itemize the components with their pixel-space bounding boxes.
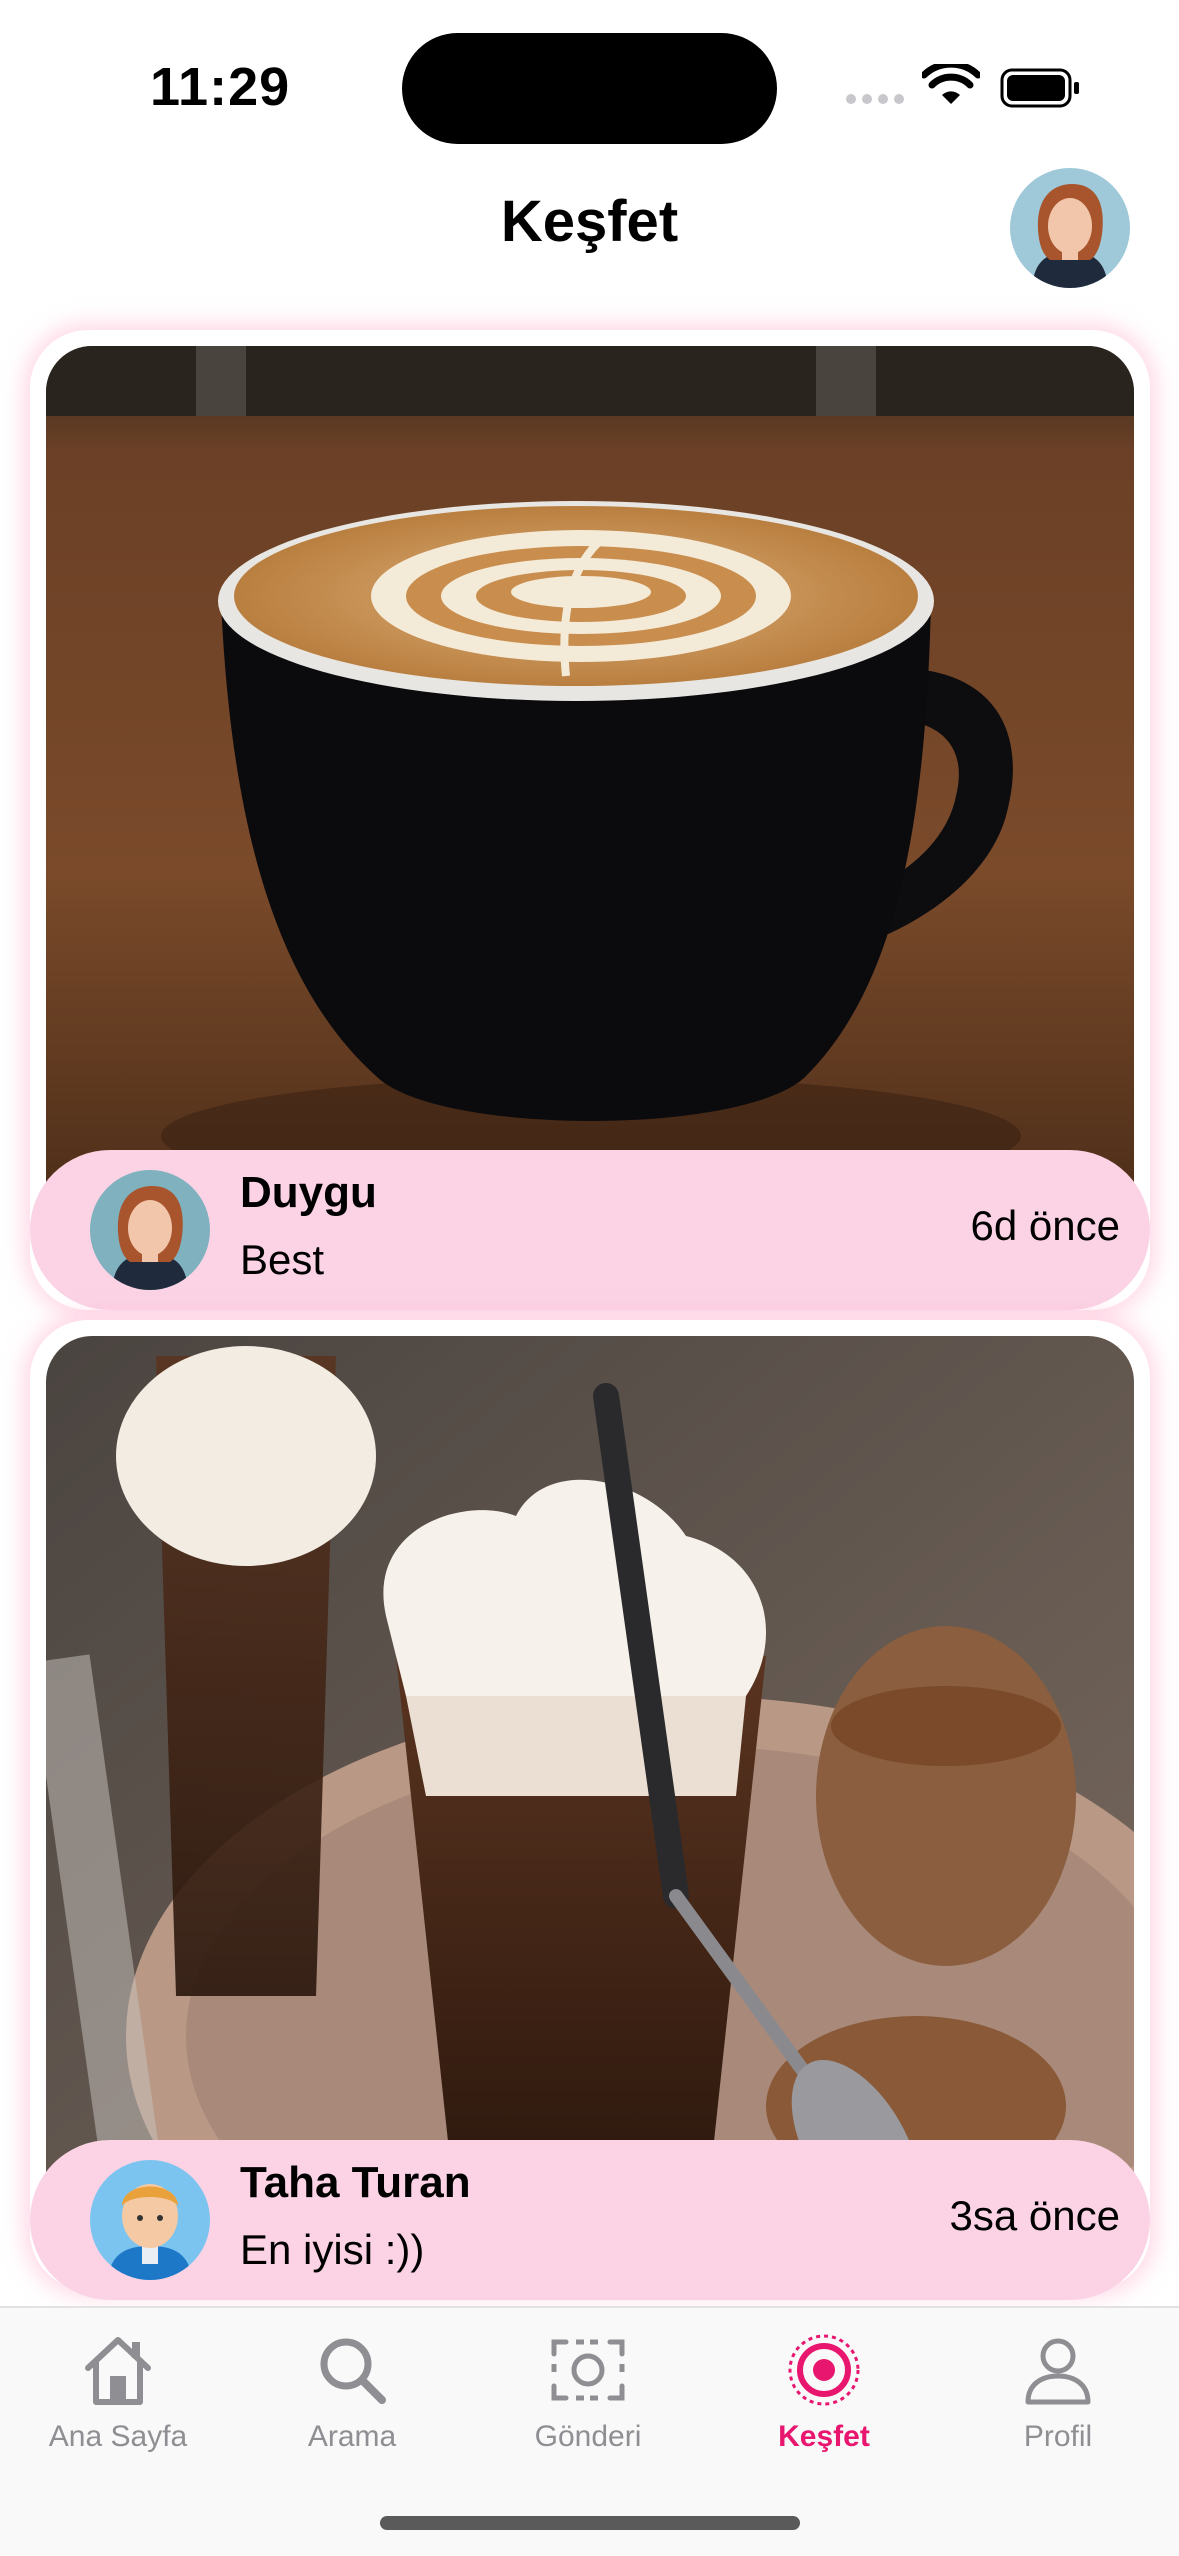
status-time: 11:29 (150, 57, 291, 117)
author-avatar[interactable] (90, 2160, 210, 2280)
tab-label: Ana Sayfa (48, 2420, 188, 2453)
post-time: 6d önce (970, 1202, 1120, 1249)
dynamic-island (402, 33, 777, 144)
post-time: 3sa önce (949, 2192, 1120, 2239)
home-indicator[interactable] (380, 2516, 800, 2530)
magnifier-icon (320, 2338, 386, 2404)
author-avatar[interactable] (90, 1170, 210, 1290)
post-image[interactable] (46, 1336, 1134, 2216)
camera-frame-icon (551, 2339, 625, 2401)
tab-label: Keşfet (778, 2420, 870, 2453)
post-image[interactable] (46, 346, 1134, 1226)
post-card[interactable]: Duygu Best 6d önce (30, 330, 1150, 1310)
tab-home[interactable]: Ana Sayfa (8, 2330, 228, 2470)
tab-search[interactable]: Arama (242, 2330, 462, 2470)
post-caption: En iyisi :)) (240, 2226, 425, 2273)
whipped-cream-coffee-photo (46, 1336, 1134, 2216)
status-bar: 11:29 (0, 0, 1179, 170)
tab-label: Arama (307, 2420, 397, 2453)
house-icon (85, 2337, 151, 2405)
target-icon (788, 2334, 860, 2406)
post-footer: Duygu Best 6d önce (30, 1150, 1150, 1310)
page-title: Keşfet (500, 189, 679, 254)
cellular-signal-icon (846, 94, 906, 106)
author-name[interactable]: Duygu (240, 1168, 377, 1218)
wifi-icon (922, 64, 980, 104)
tab-label: Profil (1023, 2420, 1093, 2453)
tab-label: Gönderi (534, 2420, 642, 2453)
tab-profile[interactable]: Profil (948, 2330, 1168, 2470)
post-card[interactable]: Taha Turan En iyisi :)) 3sa önce (30, 1320, 1150, 2300)
profile-avatar[interactable] (1010, 168, 1130, 288)
post-caption: Best (240, 1236, 325, 1283)
latte-art-photo (46, 346, 1134, 1226)
post-footer: Taha Turan En iyisi :)) 3sa önce (30, 2140, 1150, 2300)
person-icon (1025, 2338, 1091, 2405)
tab-post[interactable]: Gönderi (478, 2330, 698, 2470)
author-name[interactable]: Taha Turan (240, 2158, 471, 2208)
battery-icon (1000, 68, 1079, 108)
tab-explore[interactable]: Keşfet (714, 2330, 934, 2470)
